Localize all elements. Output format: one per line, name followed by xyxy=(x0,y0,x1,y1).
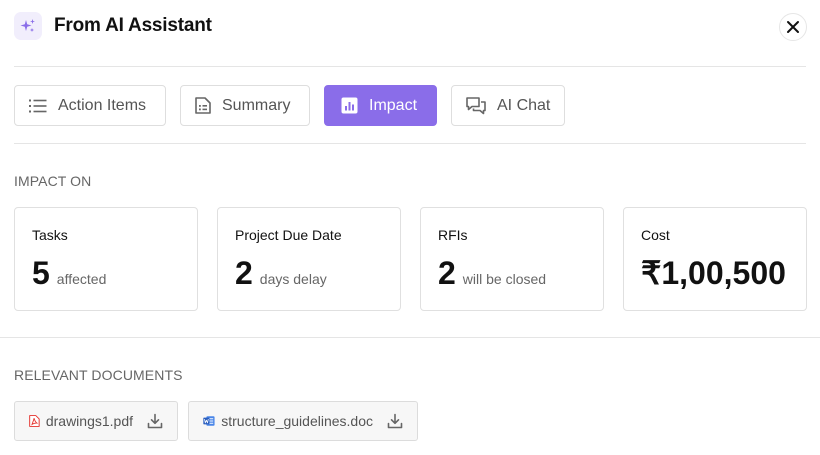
impact-cards: Tasks 5 affected Project Due Date 2 days… xyxy=(14,207,807,311)
download-icon[interactable] xyxy=(147,413,163,429)
card-unit: affected xyxy=(56,271,107,287)
sparkles-icon xyxy=(14,12,42,40)
document-icon xyxy=(195,97,211,114)
card-unit: days delay xyxy=(259,271,327,287)
impact-card-due-date: Project Due Date 2 days delay xyxy=(217,207,401,311)
impact-section-label: IMPACT ON xyxy=(14,173,92,189)
tab-label: Action Items xyxy=(58,96,147,114)
tab-label: AI Chat xyxy=(497,96,551,114)
impact-card-rfis: RFIs 2 will be closed xyxy=(420,207,604,311)
tab-label: Impact xyxy=(369,96,418,114)
card-unit: will be closed xyxy=(462,271,547,287)
word-doc-icon xyxy=(203,416,215,426)
list-icon xyxy=(29,99,47,112)
impact-card-tasks: Tasks 5 affected xyxy=(14,207,198,311)
pdf-icon xyxy=(29,415,40,427)
impact-card-cost: Cost ₹1,00,500 xyxy=(623,207,807,311)
card-value: ₹1,00,500 xyxy=(641,255,786,291)
tab-bar: Action Items Summary Impact AI Chat xyxy=(14,85,565,126)
download-icon[interactable] xyxy=(387,413,403,429)
tab-impact[interactable]: Impact xyxy=(324,85,437,126)
close-icon xyxy=(787,21,799,33)
impact-divider xyxy=(0,337,820,338)
tab-action-items[interactable]: Action Items xyxy=(14,85,166,126)
card-value: 5 xyxy=(32,255,50,291)
tab-summary[interactable]: Summary xyxy=(180,85,310,126)
chat-icon xyxy=(466,96,486,114)
close-button[interactable] xyxy=(779,13,807,41)
panel-title: From AI Assistant xyxy=(54,15,212,36)
document-chip-drawings[interactable]: drawings1.pdf xyxy=(14,401,178,441)
tab-label: Summary xyxy=(222,96,291,114)
tabs-divider xyxy=(14,143,806,144)
card-title: Tasks xyxy=(32,227,68,243)
card-value: 2 xyxy=(438,255,456,291)
bar-chart-icon xyxy=(341,97,358,114)
documents-list: drawings1.pdf structure_guidelines.doc xyxy=(14,401,418,441)
document-name: structure_guidelines.doc xyxy=(221,413,373,429)
header-divider xyxy=(14,66,806,67)
card-title: Cost xyxy=(641,227,670,243)
tab-ai-chat[interactable]: AI Chat xyxy=(451,85,565,126)
document-name: drawings1.pdf xyxy=(45,413,133,429)
panel-header: From AI Assistant xyxy=(0,0,820,66)
card-value: 2 xyxy=(235,255,253,291)
document-chip-structure-guidelines[interactable]: structure_guidelines.doc xyxy=(188,401,418,441)
card-title: RFIs xyxy=(438,227,468,243)
documents-section-label: RELEVANT DOCUMENTS xyxy=(14,367,183,383)
card-title: Project Due Date xyxy=(235,227,342,243)
